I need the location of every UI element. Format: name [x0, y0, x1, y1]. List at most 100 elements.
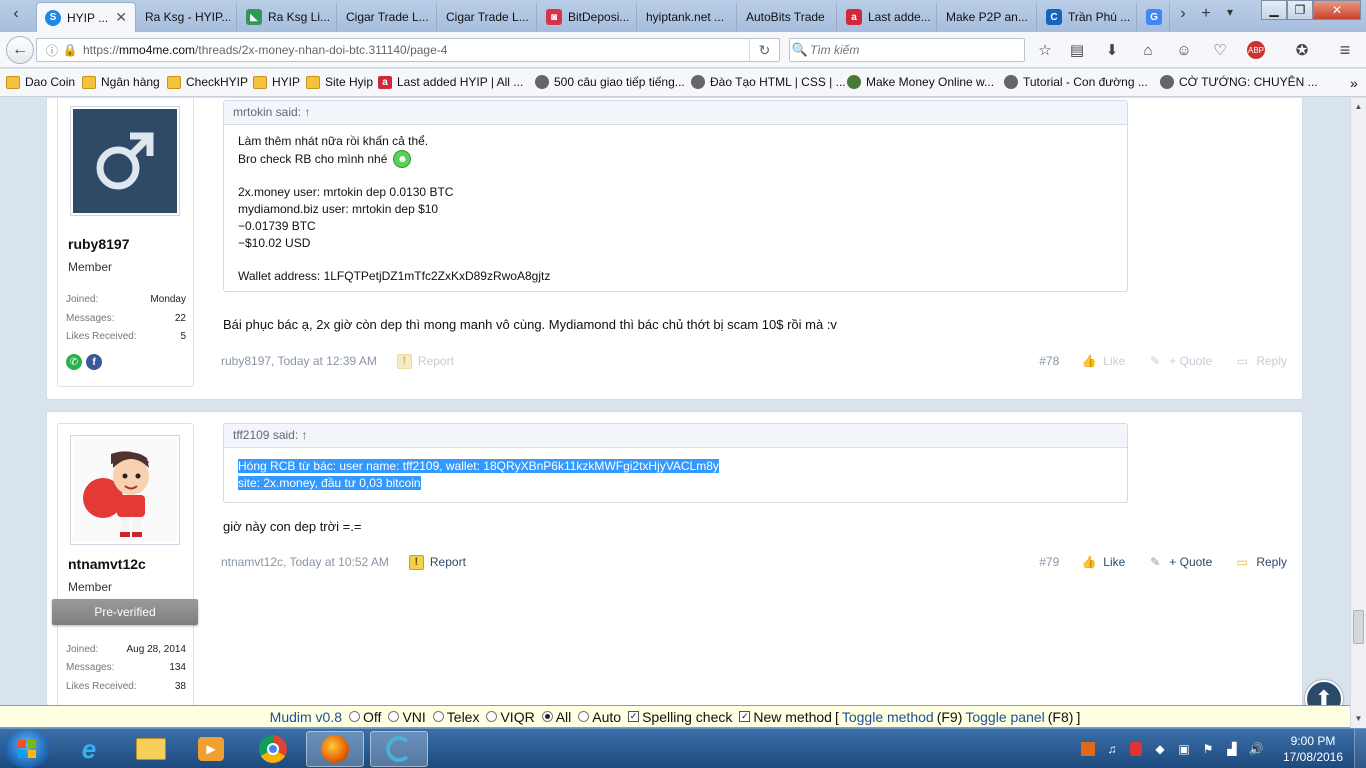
radio-auto[interactable]	[578, 711, 590, 722]
tab-7[interactable]: AutoBits Trade	[738, 3, 837, 31]
new-tab-icon[interactable]: +	[1196, 5, 1216, 23]
show-desktop-button[interactable]	[1354, 729, 1366, 768]
tray-network-icon[interactable]: ◆	[1152, 741, 1168, 757]
menu-icon[interactable]: ≡	[1334, 40, 1356, 60]
bookmark-item[interactable]: Tutorial - Con đường ...	[1004, 75, 1148, 89]
taskbar-firefox[interactable]	[306, 731, 364, 767]
post-author-time[interactable]: ruby8197, Today at 12:39 AM	[221, 354, 377, 368]
post-author-time[interactable]: ntnamvt12c, Today at 10:52 AM	[221, 555, 389, 569]
close-icon[interactable]: ✕	[113, 9, 129, 26]
taskbar-app[interactable]	[370, 731, 428, 767]
system-clock[interactable]: 9:00 PM 17/08/2016	[1278, 733, 1348, 765]
pocket-icon[interactable]: ♡	[1209, 40, 1231, 60]
list-tabs-icon[interactable]: ▾	[1220, 5, 1240, 19]
info-icon[interactable]: ⓘ	[43, 42, 61, 59]
taskbar-ie[interactable]: e	[60, 731, 118, 767]
tab-4[interactable]: Cigar Trade L...	[438, 3, 537, 31]
window-close-button[interactable]: ✕	[1313, 0, 1361, 20]
username[interactable]: ruby8197	[68, 236, 129, 252]
tray-volume-icon[interactable]: 🔊	[1248, 741, 1264, 757]
tray-flag-icon[interactable]: ⚑	[1200, 741, 1216, 757]
radio-off[interactable]	[349, 711, 361, 722]
tray-signal-icon[interactable]: ▟	[1224, 741, 1240, 757]
bookmark-item[interactable]: 500 câu giao tiếp tiếng...	[535, 75, 685, 89]
more-bookmarks-icon[interactable]: »	[1350, 75, 1358, 91]
avatar[interactable]	[70, 435, 180, 545]
taskbar-media-player[interactable]: ▶	[182, 731, 240, 767]
reply-button[interactable]: ▭ Reply	[1234, 353, 1287, 369]
tab-11[interactable]: G	[1138, 3, 1170, 31]
bookmark-item[interactable]: Dao Coin	[6, 75, 75, 89]
bookmark-item[interactable]: CheckHYIP	[167, 75, 248, 89]
tray-shield-icon[interactable]	[1128, 741, 1144, 757]
post-number[interactable]: #78	[1039, 354, 1059, 368]
start-button[interactable]	[4, 730, 50, 768]
scroll-up-icon[interactable]: ▲	[1351, 98, 1366, 114]
bookmark-item[interactable]: HYIP	[253, 75, 300, 89]
tab-10[interactable]: C Trần Phú ...	[1038, 3, 1137, 31]
bookmark-item[interactable]: Đào Tạo HTML | CSS | ...	[691, 75, 846, 89]
taskbar-chrome[interactable]	[244, 731, 302, 767]
tray-audio-icon[interactable]: ♫	[1104, 741, 1120, 757]
vertical-scrollbar[interactable]: ▲ ▼	[1350, 98, 1366, 728]
scroll-tabs-left-icon[interactable]: ‹	[6, 5, 26, 23]
tab-8[interactable]: a Last adde...	[838, 3, 937, 31]
bookmark-item[interactable]: a Last added HYIP | All ...	[378, 75, 523, 89]
tab-5[interactable]: ◙ BitDeposi...	[538, 3, 637, 31]
new-method-checkbox[interactable]: ✓	[739, 711, 751, 722]
report-button[interactable]: ! Report	[396, 353, 454, 369]
spelling-check-checkbox[interactable]: ✓	[628, 711, 640, 722]
bookmarks-list-icon[interactable]: ▤	[1066, 40, 1088, 60]
home-icon[interactable]: ⌂	[1137, 40, 1159, 60]
back-button[interactable]: ←	[6, 36, 34, 64]
toggle-panel-link[interactable]: Toggle panel	[965, 709, 1044, 725]
reply-button[interactable]: ▭ Reply	[1234, 554, 1287, 570]
quote-author[interactable]: tff2109 said: ↑	[224, 424, 1127, 448]
radio-all[interactable]	[541, 711, 553, 722]
tab-1[interactable]: Ra Ksg - HYIP...	[137, 3, 237, 31]
quote-author[interactable]: mrtokin said: ↑	[224, 101, 1127, 125]
phone-icon[interactable]: ✆	[66, 354, 82, 370]
bookmark-star-icon[interactable]: ☆	[1034, 40, 1056, 60]
quote-button[interactable]: ✎ + Quote	[1147, 554, 1212, 570]
facebook-icon[interactable]: f	[86, 354, 102, 370]
lock-icon[interactable]: 🔒	[61, 43, 79, 57]
like-button[interactable]: 👍 Like	[1081, 353, 1126, 369]
chat-icon[interactable]: ☺	[1173, 40, 1195, 60]
extension-icon[interactable]: ✪	[1291, 40, 1313, 60]
radio-viqr[interactable]	[486, 711, 498, 722]
radio-telex[interactable]	[432, 711, 444, 722]
post-number[interactable]: #79	[1039, 555, 1059, 569]
radio-vni[interactable]	[388, 711, 400, 722]
scrollbar-thumb[interactable]	[1353, 610, 1364, 644]
scroll-tabs-right-icon[interactable]: ›	[1173, 5, 1193, 23]
maximize-button[interactable]: ❐	[1287, 0, 1313, 20]
report-button[interactable]: ! Report	[408, 554, 466, 570]
username[interactable]: ntnamvt12c	[68, 556, 146, 572]
bookmark-item[interactable]: Site Hyip	[306, 75, 373, 89]
tab-0[interactable]: S HYIP ... ✕	[36, 2, 136, 32]
tab-6[interactable]: hyiptank.net ...	[638, 3, 737, 31]
tab-2[interactable]: ◣ Ra Ksg Li...	[238, 3, 337, 31]
taskbar-explorer[interactable]	[122, 731, 180, 767]
tab-9[interactable]: Make P2P an...	[938, 3, 1037, 31]
adblock-icon[interactable]: ABP	[1245, 40, 1267, 60]
scroll-down-icon[interactable]: ▼	[1351, 710, 1366, 726]
search-bar[interactable]: 🔍	[789, 38, 1025, 62]
bookmark-item[interactable]: Make Money Online w...	[847, 75, 994, 89]
tray-display-icon[interactable]: ▣	[1176, 741, 1192, 757]
search-input[interactable]	[810, 43, 1010, 57]
downloads-icon[interactable]: ⬇	[1101, 40, 1123, 60]
like-button[interactable]: 👍 Like	[1081, 554, 1126, 570]
reload-icon[interactable]: ↻	[749, 39, 779, 61]
bookmark-item[interactable]: Ngân hàng	[82, 75, 160, 89]
url-text[interactable]: https://mmo4me.com/threads/2x-money-nhan…	[83, 43, 447, 57]
minimize-button[interactable]: ▁	[1261, 0, 1287, 20]
avatar[interactable]	[70, 106, 180, 216]
url-bar[interactable]: ⓘ 🔒 https://mmo4me.com/threads/2x-money-…	[36, 38, 780, 62]
toggle-method-link[interactable]: Toggle method	[842, 709, 934, 725]
tab-3[interactable]: Cigar Trade L...	[338, 3, 437, 31]
quote-button[interactable]: ✎ + Quote	[1147, 353, 1212, 369]
bookmark-item[interactable]: CỜ TƯỚNG: CHUYÊN ...	[1160, 75, 1318, 89]
tray-icon[interactable]	[1080, 741, 1096, 757]
